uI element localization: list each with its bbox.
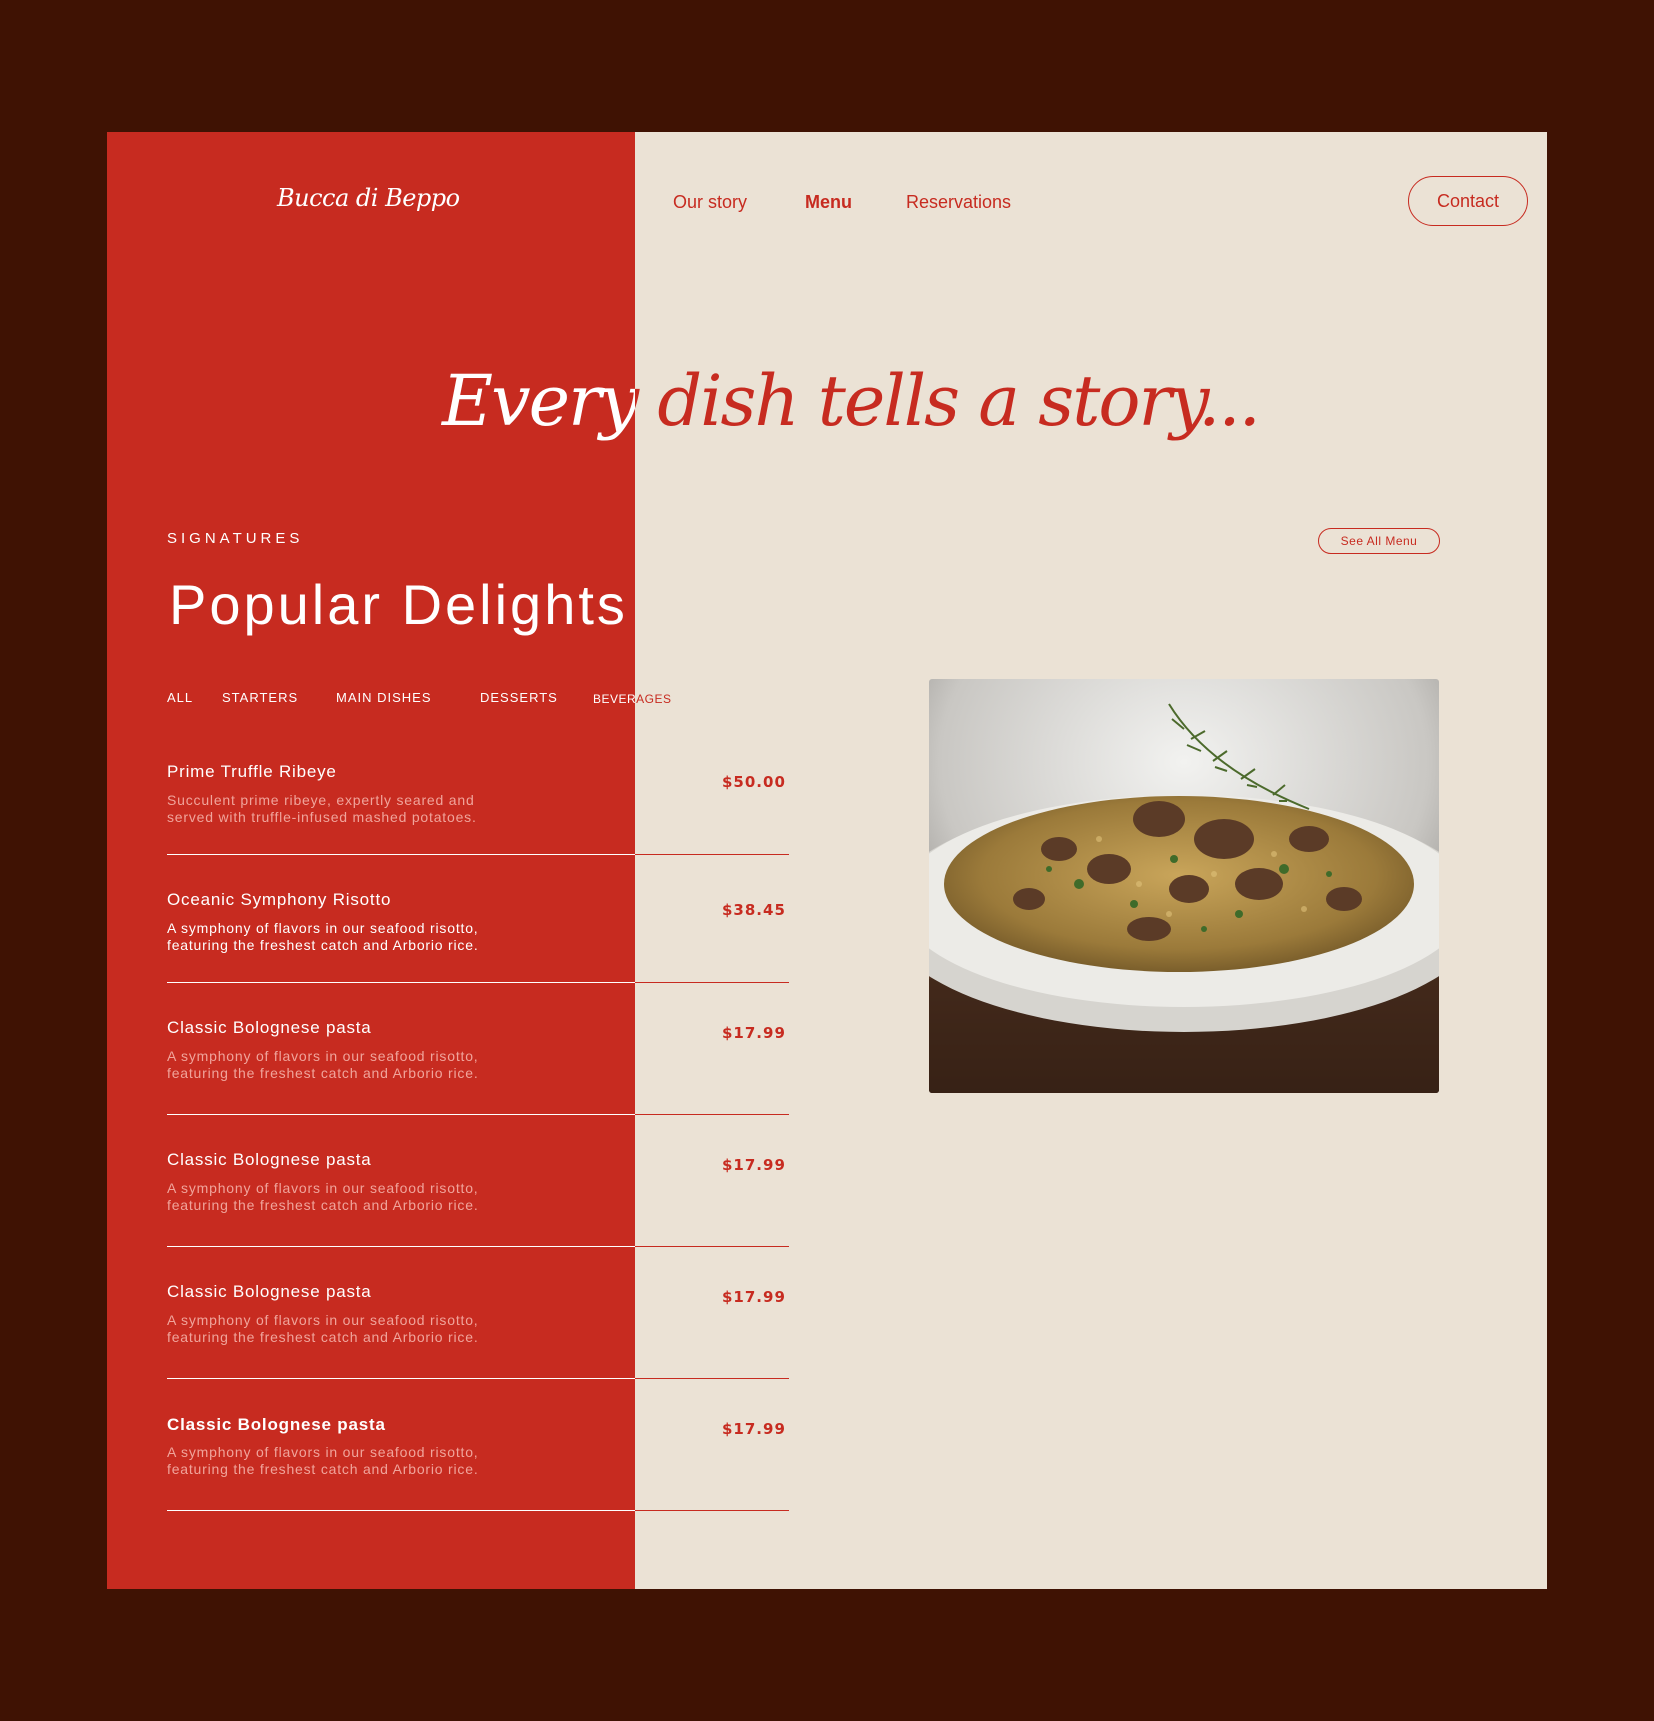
menu-item-price: $17.99 [722, 1024, 786, 1042]
see-all-menu-button[interactable]: See All Menu [1318, 528, 1440, 554]
menu-item-price: $17.99 [722, 1288, 786, 1306]
nav-our-story[interactable]: Our story [673, 192, 747, 213]
menu-item-price: $17.99 [722, 1420, 786, 1438]
menu-item-price: $38.45 [722, 901, 786, 919]
menu-item-price: $50.00 [722, 773, 786, 791]
contact-button[interactable]: Contact [1408, 176, 1528, 226]
page-frame: Bucca di Beppo Every dish tells a story.… [107, 132, 1547, 1589]
risotto-image-svg [929, 679, 1439, 1093]
risotto-dish-photo [929, 679, 1439, 1093]
nav-reservations[interactable]: Reservations [906, 192, 1011, 213]
red-panel [107, 132, 635, 1589]
menu-item-price: $17.99 [722, 1156, 786, 1174]
nav-menu[interactable]: Menu [805, 192, 852, 213]
